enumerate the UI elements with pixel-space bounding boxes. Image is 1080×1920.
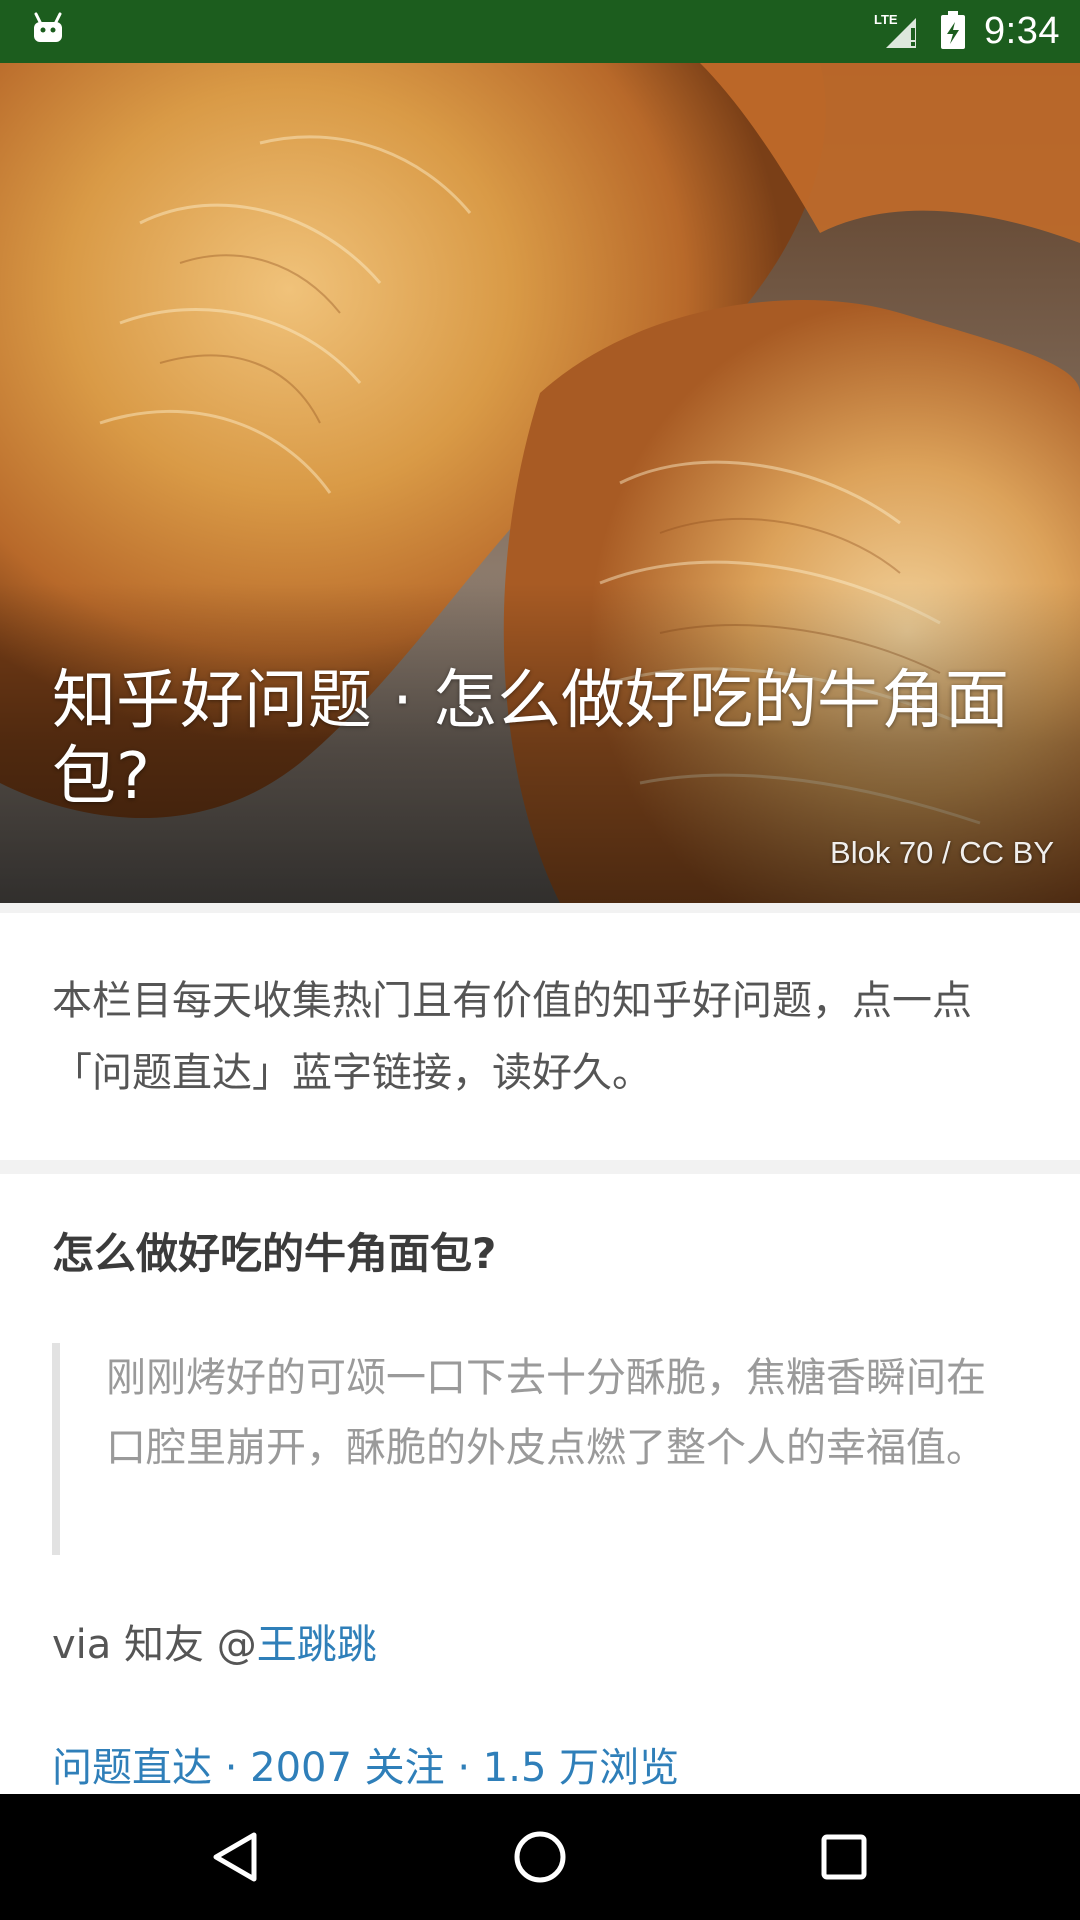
battery-icon [940, 10, 966, 54]
signal-icon: LTE [874, 10, 922, 54]
hero-image[interactable]: 知乎好问题 · 怎么做好吃的牛角面包? Blok 70 / CC BY [0, 63, 1080, 903]
recents-button[interactable] [804, 1817, 884, 1897]
intro-text: 本栏目每天收集热门且有价值的知乎好问题，点一点「问题直达」蓝字链接，读好久。 [52, 978, 972, 1096]
question-title: 怎么做好吃的牛角面包? [52, 1229, 497, 1278]
back-icon [213, 1832, 257, 1882]
status-bar: LTE 9:34 [0, 0, 1080, 63]
clock: 9:34 [984, 10, 1060, 52]
image-credit: Blok 70 / CC BY [830, 835, 1054, 870]
home-button[interactable] [500, 1817, 580, 1897]
divider [0, 903, 1080, 913]
author-link[interactable]: 王跳跳 [257, 1622, 377, 1668]
back-button[interactable] [196, 1817, 276, 1897]
divider [0, 1160, 1080, 1174]
hero-title: 知乎好问题 · 怎么做好吃的牛角面包? [52, 664, 1010, 814]
via-prefix: via 知友 @ [52, 1622, 257, 1668]
answer-quote: 刚刚烤好的可颂一口下去十分酥脆，焦糖香瞬间在口腔里崩开，酥脆的外皮点燃了整个人的… [52, 1343, 1012, 1555]
svg-text:LTE: LTE [874, 12, 898, 27]
navigation-bar [0, 1794, 1080, 1920]
via-line: via 知友 @王跳跳 [52, 1612, 377, 1670]
recents-icon [821, 1834, 867, 1880]
home-icon [514, 1831, 566, 1883]
question-link[interactable]: 问题直达 · 2007 关注 · 1.5 万浏览 [52, 1735, 679, 1793]
android-icon [32, 12, 64, 44]
